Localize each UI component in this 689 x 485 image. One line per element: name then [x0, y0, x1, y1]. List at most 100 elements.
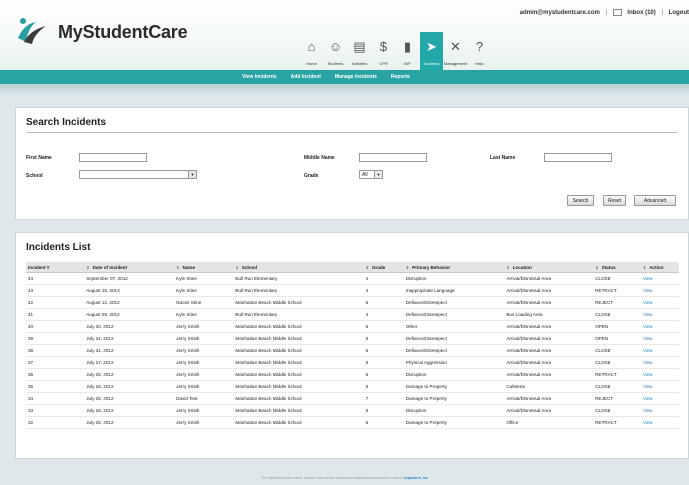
- column-header[interactable]: ⇕ Primary Behavior: [403, 262, 505, 273]
- view-link[interactable]: View: [640, 416, 679, 429]
- view-link[interactable]: View: [640, 308, 679, 321]
- table-row: 36 July 28, 2012 Jerry Smith Manhattan Beac…: [26, 368, 679, 381]
- nav-label: Home: [306, 61, 317, 66]
- reset-button[interactable]: Reset: [603, 195, 626, 206]
- table-cell: Other: [403, 320, 505, 333]
- table-cell: Physical Aggression: [403, 356, 505, 369]
- table-cell: Disruption: [403, 404, 505, 417]
- footer-company[interactable]: Inspotech, Inc: [404, 476, 428, 480]
- column-header[interactable]: ⇕ Name: [174, 262, 234, 273]
- table-cell: Manhattan Beach Middle School: [233, 404, 364, 417]
- table-cell: Bull Run Elementary: [233, 272, 364, 285]
- view-link[interactable]: View: [640, 392, 679, 405]
- subnav-add-incident[interactable]: Add Incident: [291, 74, 321, 80]
- view-link[interactable]: View: [640, 320, 679, 333]
- logout-link[interactable]: Logout: [669, 10, 689, 16]
- nav-item-bip[interactable]: ▮ BIP: [396, 32, 419, 70]
- table-cell: 6: [363, 320, 404, 333]
- view-link[interactable]: View: [640, 284, 679, 297]
- table-cell: Arrival/Dismissal Area: [504, 296, 594, 309]
- column-header[interactable]: ⇕ Action: [640, 262, 679, 273]
- footer: The MyStudentCare name, symbol, and serv…: [0, 476, 689, 480]
- table-cell: Kyle Stine: [174, 308, 234, 321]
- nav-label: CPR: [379, 61, 388, 66]
- management-icon: ✕: [450, 39, 461, 54]
- search-button[interactable]: Search: [567, 195, 594, 206]
- column-header[interactable]: ⇕ Location: [504, 262, 594, 273]
- column-header[interactable]: ⇕ School: [233, 262, 364, 273]
- grade-select[interactable]: All ▼: [359, 170, 383, 179]
- nav-item-students[interactable]: ☺ Students: [324, 32, 347, 70]
- nav-item-help[interactable]: ? Help: [468, 32, 491, 70]
- column-header[interactable]: ⇕ Grade: [363, 262, 404, 273]
- view-link[interactable]: View: [640, 272, 679, 285]
- table-cell: Disruption: [403, 272, 505, 285]
- table-row: 32 July 28, 2012 Jerry Smith Manhattan Beac…: [26, 416, 679, 429]
- table-cell: Jerry Smith: [174, 380, 234, 393]
- list-title: Incidents List: [26, 242, 91, 253]
- table-cell: Manhattan Beach Middle School: [233, 416, 364, 429]
- table-row: 43 August 15, 2013 Kyle Stine Bull Run Elem…: [26, 284, 679, 297]
- table-row: 39 July 31, 2012 Jerry Smith Manhattan Beac…: [26, 332, 679, 345]
- advanced-button[interactable]: Advanced: [634, 195, 676, 206]
- nav-item-cpr[interactable]: $ CPR: [372, 32, 395, 70]
- subnav-view-incidents[interactable]: View Incidents: [242, 74, 277, 80]
- table-cell: Arrival/Dismissal Area: [504, 344, 594, 357]
- subnav-reports[interactable]: Reports: [391, 74, 410, 80]
- view-link[interactable]: View: [640, 332, 679, 345]
- table-cell: 4: [363, 308, 404, 321]
- view-link[interactable]: View: [640, 368, 679, 381]
- table-cell: 6: [363, 416, 404, 429]
- brand-logo[interactable]: MyStudentCare: [14, 16, 188, 46]
- column-header[interactable]: Incident #: [26, 262, 85, 273]
- table-cell: 6: [363, 332, 404, 345]
- table-row: 41 August 09, 2012 Kyle Stine Bull Run Elem…: [26, 308, 679, 321]
- table-cell: 6: [363, 380, 404, 393]
- inbox-link[interactable]: Inbox (10): [627, 10, 655, 16]
- sort-icon: ⇕: [642, 264, 647, 270]
- nav-item-home[interactable]: ⌂ Home: [300, 32, 323, 70]
- column-header[interactable]: ⇕ Status: [593, 262, 641, 273]
- table-cell: Bull Run Elementary: [233, 284, 364, 297]
- account-email[interactable]: admin@mystudentcare.com: [520, 10, 600, 16]
- cpr-icon: $: [379, 39, 388, 54]
- table-cell: Cafeteria: [504, 380, 594, 393]
- first-name-input[interactable]: [79, 153, 147, 162]
- top-links: admin@mystudentcare.com | Inbox (10) | L…: [516, 9, 689, 16]
- column-header[interactable]: ⇕ Date of Incident: [84, 262, 175, 273]
- table-cell: Bull Run Elementary: [233, 308, 364, 321]
- column-header-label: School: [241, 264, 258, 270]
- table-cell: 37: [26, 356, 85, 369]
- table-cell: RETRACT: [593, 284, 641, 297]
- subnav-manage-incidents[interactable]: Manage Incidents: [335, 74, 377, 80]
- view-link[interactable]: View: [640, 380, 679, 393]
- view-link[interactable]: View: [640, 296, 679, 309]
- table-cell: REJECT: [593, 296, 641, 309]
- view-link[interactable]: View: [640, 356, 679, 369]
- students-icon: ☺: [328, 39, 343, 54]
- school-select[interactable]: ▼: [79, 170, 197, 179]
- table-cell: Disruption: [403, 368, 505, 381]
- table-cell: July 31, 2012: [84, 332, 175, 345]
- column-header-label: Incident #: [28, 264, 50, 270]
- home-icon: ⌂: [307, 39, 316, 54]
- nav-item-management[interactable]: ✕ Management: [444, 32, 467, 70]
- nav-label: Management: [444, 61, 468, 66]
- nav-item-activities[interactable]: ▤ Activities: [348, 32, 371, 70]
- brand-name: MyStudentCare: [58, 22, 188, 42]
- view-link[interactable]: View: [640, 404, 679, 417]
- last-name-input[interactable]: [544, 153, 612, 162]
- table-cell: 4: [363, 272, 404, 285]
- table-cell: REJECT: [593, 392, 641, 405]
- table-cell: 6: [363, 356, 404, 369]
- table-cell: 40: [26, 320, 85, 333]
- column-header-label: Action: [649, 264, 664, 270]
- view-link[interactable]: View: [640, 344, 679, 357]
- table-cell: CLOSE: [593, 380, 641, 393]
- middle-name-input[interactable]: [359, 153, 427, 162]
- nav-item-incidents[interactable]: ➤ Incidents: [420, 32, 443, 70]
- sort-icon: ⇕: [405, 264, 410, 270]
- last-name-label: Last Name: [490, 155, 516, 161]
- nav-label: Activities: [351, 61, 368, 66]
- table-cell: RETRACT: [593, 368, 641, 381]
